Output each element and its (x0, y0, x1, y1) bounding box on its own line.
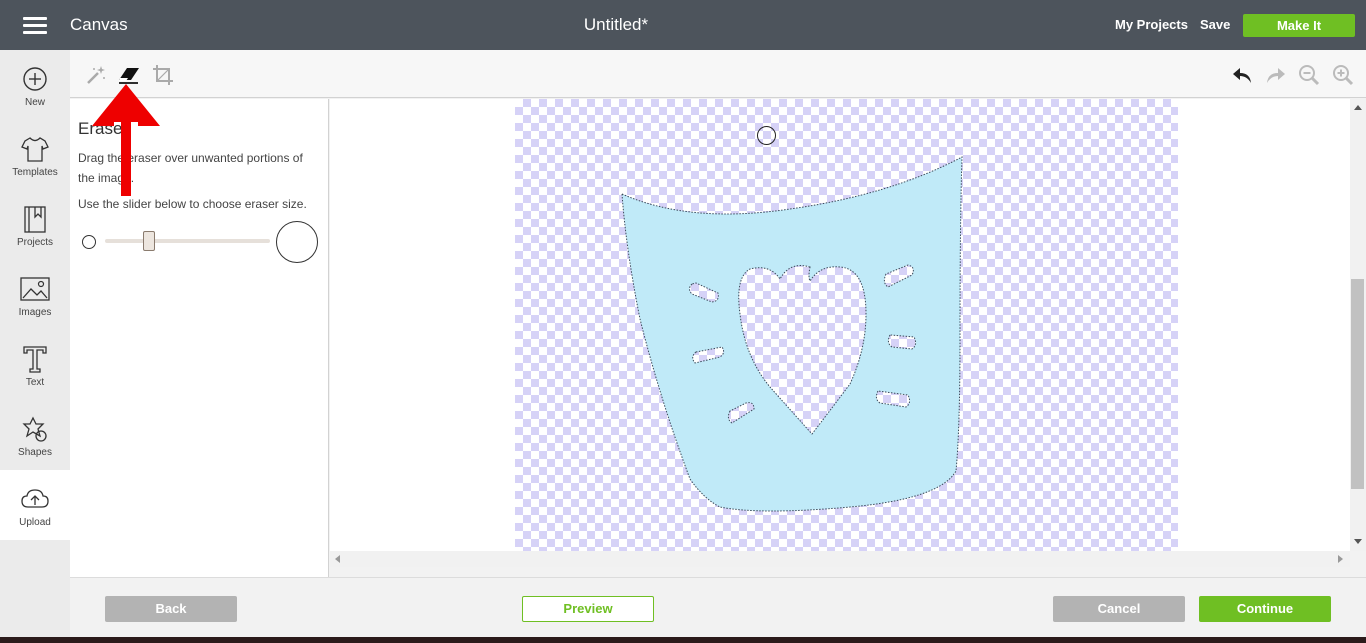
undo-icon[interactable] (1231, 64, 1253, 86)
large-eraser-size-indicator (276, 221, 318, 263)
cloud-upload-icon (21, 489, 49, 508)
scroll-right-arrow-icon[interactable] (1338, 555, 1343, 563)
eraser-panel: Eraser Drag the eraser over unwanted por… (70, 99, 329, 577)
image-icon (20, 277, 50, 301)
scroll-left-arrow-icon[interactable] (335, 555, 340, 563)
rail-label-shapes: Shapes (18, 447, 52, 458)
scroll-up-arrow-icon[interactable] (1354, 105, 1362, 110)
rail-label-images: Images (18, 307, 52, 318)
preview-button[interactable]: Preview (522, 596, 654, 622)
document-title: Untitled* (583, 15, 649, 34)
canvas-area[interactable] (330, 99, 1350, 551)
small-eraser-size-indicator (82, 235, 96, 249)
bookmark-book-icon (24, 206, 46, 233)
zoom-in-icon[interactable] (1332, 64, 1354, 86)
rail-item-images[interactable]: Images (0, 260, 70, 330)
top-bar: Canvas Untitled* My Projects Save Make I… (0, 0, 1366, 50)
app-window: Canvas Untitled* My Projects Save Make I… (0, 0, 1366, 643)
rail-label-text: Text (25, 377, 45, 388)
eraser-instruction-slider: Use the slider below to choose eraser si… (78, 197, 307, 211)
make-it-button[interactable]: Make It (1243, 14, 1355, 37)
rail-label-new: New (24, 97, 45, 108)
rail-item-shapes[interactable]: Shapes (0, 400, 70, 470)
left-rail: New Templates Projects Images Text Shape… (0, 50, 70, 643)
shapes-icon (22, 416, 47, 442)
rail-item-new[interactable]: New (0, 50, 70, 120)
back-button[interactable]: Back (105, 596, 237, 622)
horizontal-scrollbar[interactable] (330, 551, 1350, 567)
uploaded-artwork[interactable] (330, 99, 1350, 551)
continue-button[interactable]: Continue (1199, 596, 1331, 622)
panel-title: Eraser (78, 119, 129, 138)
shirt-icon (21, 137, 49, 162)
crop-icon[interactable] (152, 64, 174, 86)
rail-label-templates: Templates (12, 167, 58, 178)
rail-item-projects[interactable]: Projects (0, 190, 70, 260)
rail-label-upload: Upload (19, 517, 51, 528)
redo-icon[interactable] (1265, 64, 1287, 86)
taskbar-strip (0, 637, 1366, 643)
scroll-down-arrow-icon[interactable] (1354, 539, 1362, 544)
vertical-scroll-thumb[interactable] (1351, 279, 1364, 489)
save-button[interactable]: Save (1200, 17, 1230, 32)
footer-bar: Back Preview Cancel Continue (70, 577, 1366, 637)
rail-item-upload[interactable]: Upload (0, 470, 70, 540)
eraser-size-slider-track[interactable] (105, 239, 270, 243)
eraser-icon[interactable] (118, 64, 140, 86)
cancel-button[interactable]: Cancel (1053, 596, 1185, 622)
zoom-out-icon[interactable] (1298, 64, 1320, 86)
magic-wand-icon[interactable] (85, 64, 107, 86)
text-t-icon (23, 346, 47, 373)
rail-label-projects: Projects (16, 237, 54, 248)
eraser-size-slider-thumb[interactable] (143, 231, 156, 251)
plus-circle-icon (23, 67, 47, 91)
vertical-scrollbar[interactable] (1350, 99, 1366, 551)
eraser-instruction-drag: Drag the eraser over unwanted portions o… (78, 151, 303, 185)
rail-item-text[interactable]: Text (0, 330, 70, 400)
rail-item-templates[interactable]: Templates (0, 120, 70, 190)
my-projects-link[interactable]: My Projects (1115, 17, 1188, 32)
eraser-cursor-ring (757, 126, 776, 145)
edit-toolbar (70, 50, 1366, 98)
